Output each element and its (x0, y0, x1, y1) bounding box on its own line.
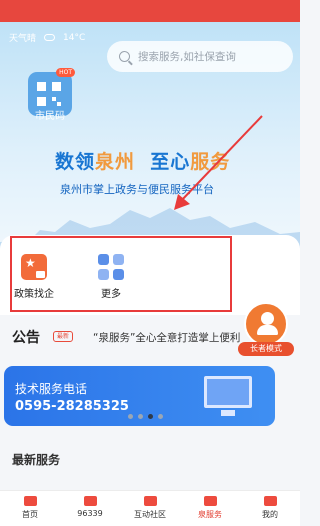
service-policy-button[interactable]: 政策找企 (14, 254, 54, 300)
weather-text: 天气晴 (9, 34, 37, 44)
carousel-dot[interactable] (138, 414, 143, 419)
tab-home[interactable]: 首页 (0, 491, 60, 526)
hot-badge: HOT (56, 68, 75, 77)
status-bar (0, 0, 300, 22)
tab-community[interactable]: 互动社区 (120, 491, 180, 526)
temperature: 14°C (63, 32, 86, 43)
latest-services-title: 最新服务 (12, 453, 61, 467)
banner-phone: 0595-28285325 (15, 399, 129, 414)
service-flower-icon (203, 496, 217, 506)
qr-code-icon (37, 82, 61, 106)
cloud-icon (44, 34, 56, 41)
search-icon (119, 51, 130, 62)
carousel-dot[interactable] (158, 414, 163, 419)
annotation-arrow-icon (174, 115, 263, 210)
search-input[interactable] (138, 50, 288, 63)
citizen-code-label: 市民码 (35, 111, 65, 122)
bottom-tabbar: 首页 96339 互动社区 泉服务 我的 (0, 490, 300, 526)
service-more-label: 更多 (101, 289, 121, 300)
notice-title: 公告 (12, 330, 40, 346)
service-policy-label: 政策找企 (14, 289, 54, 300)
profile-icon (263, 496, 277, 506)
tab-service[interactable]: 泉服务 (180, 491, 240, 526)
notice-bar[interactable]: 公告 最新 “泉服务”全心全意打造掌上便利 (0, 322, 300, 352)
home-icon (23, 496, 37, 506)
weather-widget: 天气晴 14°C (9, 31, 86, 45)
slogan-part1: 数领 (55, 151, 96, 173)
carousel-dot-active[interactable] (148, 414, 153, 419)
more-grid-icon (98, 254, 124, 280)
notice-tag: 最新 (53, 331, 73, 342)
notice-text[interactable]: “泉服务”全心全意打造掌上便利 (93, 330, 243, 345)
tab-96339[interactable]: 96339 (60, 491, 120, 526)
carousel-dots[interactable] (128, 414, 163, 419)
banner-title: 技术服务电话 (15, 382, 88, 396)
policy-icon (21, 254, 47, 280)
monitor-icon (204, 376, 252, 416)
carousel-dot[interactable] (128, 414, 133, 419)
tab-profile[interactable]: 我的 (240, 491, 300, 526)
headset-icon (83, 496, 97, 506)
search-bar[interactable] (107, 41, 293, 72)
service-more-button[interactable]: 更多 (91, 254, 131, 300)
community-icon (143, 496, 157, 506)
slogan-accent1: 泉州 (95, 151, 136, 173)
